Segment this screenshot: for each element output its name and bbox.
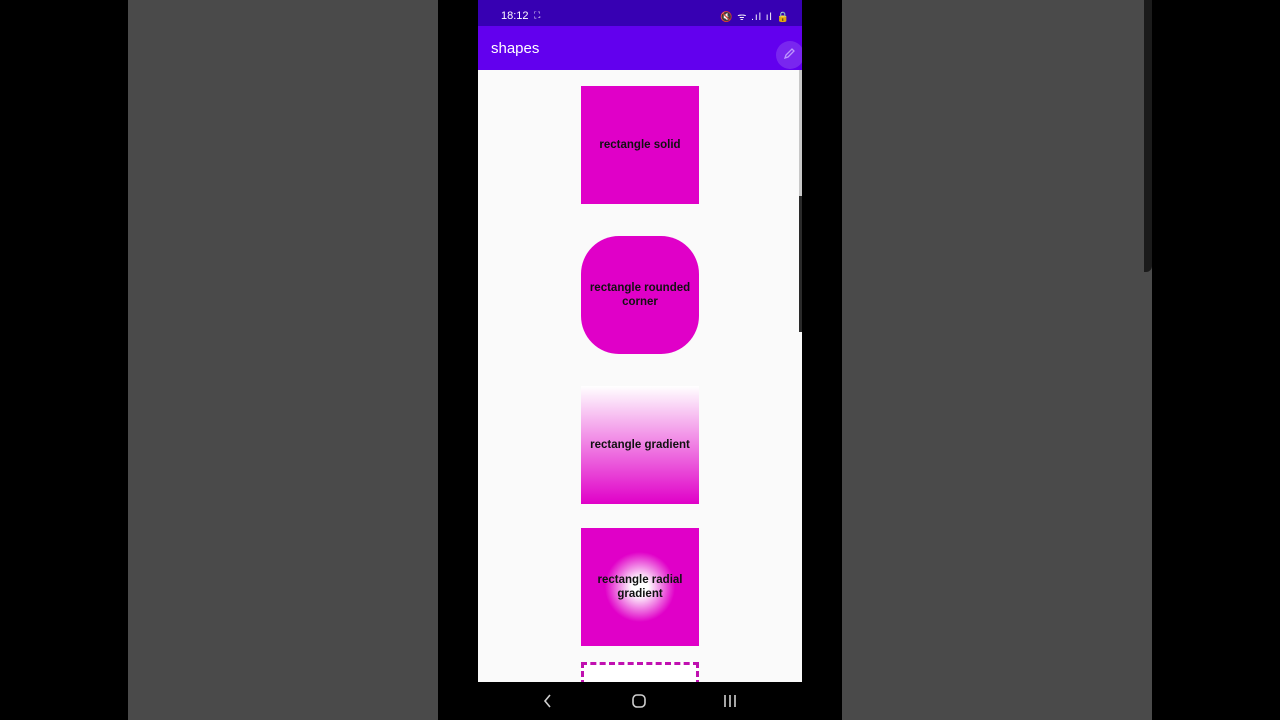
home-button[interactable]	[629, 692, 649, 710]
left-backdrop-panel	[128, 0, 438, 720]
recents-button[interactable]	[720, 692, 740, 710]
rectangle-rounded-shape: rectangle rounded corner	[581, 236, 699, 354]
rectangle-solid-label: rectangle solid	[599, 139, 681, 151]
status-bar: 18:12 ⛶ 🔇 ᯤ .ıl ıl 🔒	[478, 0, 802, 26]
app-title: shapes	[491, 40, 540, 57]
back-chevron-icon	[543, 694, 551, 708]
right-edge-bar	[1144, 0, 1152, 272]
shapes-list[interactable]: rectangle solid rectangle rounded corner…	[478, 70, 802, 682]
screen-record-icon: ⛶	[534, 10, 542, 20]
scrollbar-thumb[interactable]	[799, 196, 802, 332]
navigation-bar	[478, 682, 802, 720]
rectangle-radial-gradient-label: rectangle radial gradient	[597, 574, 683, 600]
rectangle-rounded-label: rectangle rounded corner	[589, 282, 691, 308]
home-icon	[632, 694, 646, 708]
right-backdrop-panel	[842, 0, 1152, 720]
back-button[interactable]	[538, 692, 558, 710]
status-time: 18:12	[501, 10, 529, 22]
rectangle-dashed-shape	[581, 662, 699, 682]
rectangle-gradient-shape: rectangle gradient	[581, 386, 699, 504]
rectangle-gradient-label: rectangle gradient	[590, 439, 690, 451]
rectangle-solid-shape: rectangle solid	[581, 86, 699, 204]
pencil-icon	[784, 48, 795, 59]
edit-button[interactable]	[776, 41, 802, 69]
rectangle-radial-gradient-shape: rectangle radial gradient	[581, 528, 699, 646]
recents-icon	[724, 695, 736, 707]
phone-screen: 18:12 ⛶ 🔇 ᯤ .ıl ıl 🔒 shapes rectangle so…	[478, 0, 802, 720]
app-bar: shapes	[478, 26, 802, 70]
status-icons: 🔇 ᯤ .ıl ıl 🔒	[720, 12, 790, 23]
